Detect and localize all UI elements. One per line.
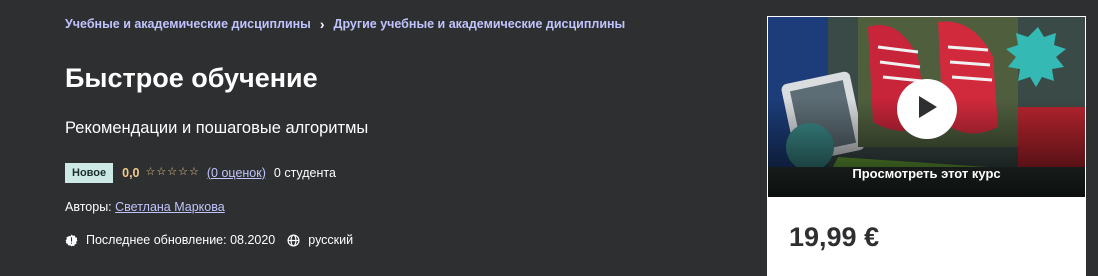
star-outline-icon: ☆ [189, 166, 199, 178]
ratings-count-link[interactable]: (0 оценок) [207, 166, 266, 180]
globe-icon [287, 233, 300, 247]
breadcrumb-item-other-academics[interactable]: Другие учебные и академические дисциплин… [334, 17, 626, 31]
rating-stars: ☆ ☆ ☆ ☆ ☆ [146, 167, 200, 178]
course-meta: Последнее обновление: 08.2020 русский [65, 233, 353, 247]
course-price: 19,99 € [789, 222, 880, 252]
authors-label: Авторы: [65, 200, 112, 214]
new-badge: Новое [65, 162, 114, 183]
course-subtitle: Рекомендации и пошаговые алгоритмы [65, 119, 369, 137]
last-updated: Последнее обновление: 08.2020 [86, 233, 276, 247]
course-sidebar-card: Просмотреть этот курс 19,99 € [767, 16, 1086, 276]
authors-line: Авторы: Светлана Маркова [65, 200, 225, 214]
star-outline-icon: ☆ [156, 166, 167, 178]
rating-value: 0,0 [122, 165, 140, 180]
author-link[interactable]: Светлана Маркова [115, 200, 225, 214]
preview-course-label[interactable]: Просмотреть этот курс [768, 166, 1085, 181]
play-button[interactable] [897, 79, 957, 139]
course-title: Быстрое обучение [65, 63, 318, 93]
students-count: 0 студента [273, 165, 336, 180]
breadcrumb: Учебные и академические дисциплины › Дру… [65, 16, 625, 32]
breadcrumb-item-academics[interactable]: Учебные и академические дисциплины [65, 17, 311, 31]
star-outline-icon: ☆ [145, 166, 156, 178]
play-icon [916, 95, 938, 124]
star-outline-icon: ☆ [178, 166, 189, 178]
star-outline-icon: ☆ [167, 166, 178, 178]
alert-badge-icon [65, 234, 78, 247]
breadcrumb-separator: › [319, 16, 325, 32]
course-language: русский [308, 233, 354, 247]
course-preview[interactable]: Просмотреть этот курс [768, 17, 1085, 197]
rating-row: Новое 0,0 ☆ ☆ ☆ ☆ ☆ (0 оценок) 0 студент… [65, 162, 336, 183]
